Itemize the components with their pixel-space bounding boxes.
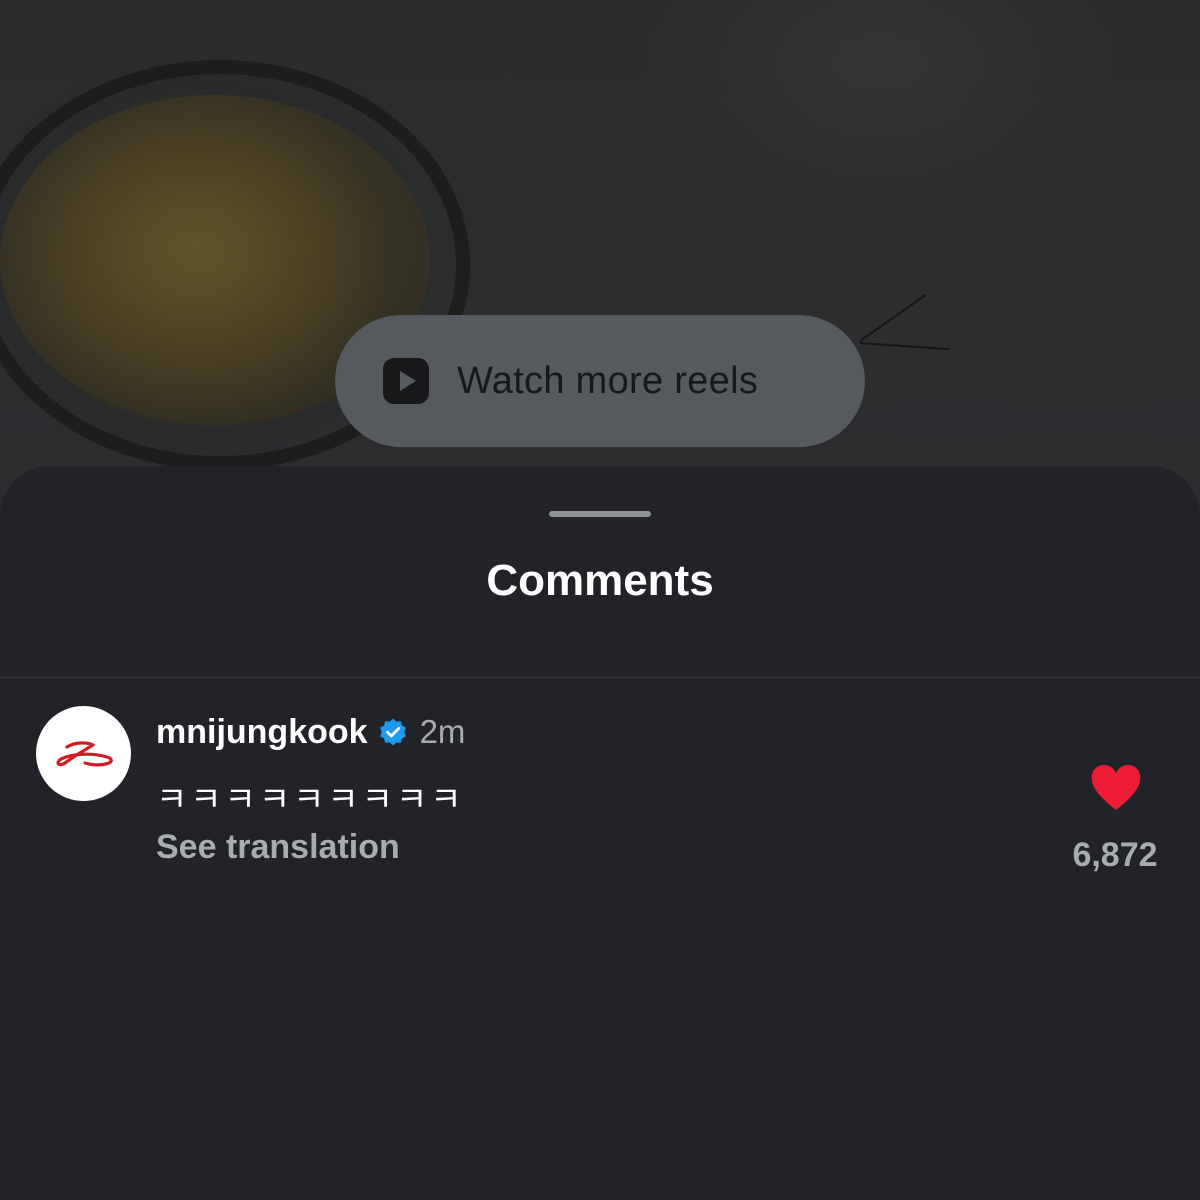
- comment-username[interactable]: mnijungkook: [156, 713, 368, 752]
- sheet-drag-handle[interactable]: [549, 511, 651, 517]
- see-translation-link[interactable]: See translation: [156, 828, 400, 867]
- reels-play-icon: [383, 358, 429, 404]
- twig-image: [859, 342, 950, 351]
- reel-screen: Watch more reels Comments mnijungkook 2m…: [0, 0, 1200, 1200]
- comments-title: Comments: [486, 556, 714, 605]
- watch-more-reels-button[interactable]: Watch more reels: [335, 315, 865, 447]
- watch-more-reels-label: Watch more reels: [457, 359, 759, 402]
- like-heart-icon[interactable]: [1090, 764, 1142, 812]
- verified-badge-icon: [379, 718, 406, 746]
- header-divider: [0, 677, 1200, 678]
- avatar[interactable]: [36, 706, 131, 801]
- comment-header: mnijungkook 2m: [156, 710, 465, 754]
- comments-sheet: Comments mnijungkook 2m ㅋㅋㅋㅋㅋㅋㅋㅋㅋ See tr…: [0, 466, 1200, 1200]
- comment-item: mnijungkook 2m ㅋㅋㅋㅋㅋㅋㅋㅋㅋ See translation…: [0, 706, 1200, 876]
- comment-timestamp: 2m: [419, 713, 466, 750]
- brand-logo-icon: [55, 740, 113, 766]
- comment-text: ㅋㅋㅋㅋㅋㅋㅋㅋㅋ: [156, 780, 465, 820]
- twig-image: [859, 294, 927, 342]
- like-count: 6,872: [1072, 836, 1158, 874]
